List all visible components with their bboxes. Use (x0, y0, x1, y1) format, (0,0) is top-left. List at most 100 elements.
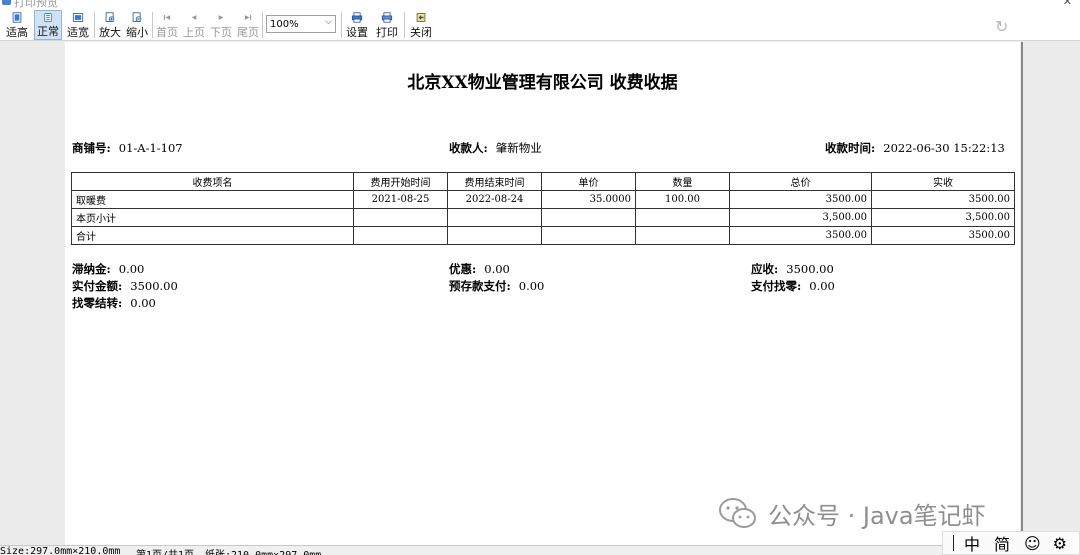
printer-icon (381, 12, 393, 23)
status-paper: 纸张:210.0mm×297.0mm (205, 546, 321, 555)
wechat-icon (719, 497, 756, 528)
prepaid-payment: 预存款支付: 0.00 (449, 278, 544, 294)
table-cell: 3,500.00 (871, 208, 1015, 227)
column-header: 实收 (871, 172, 1015, 191)
normal-size-button[interactable]: 正常 (34, 10, 62, 40)
zoom-in-button[interactable]: 放大 (97, 10, 123, 40)
watermark-text: 公众号 · Java笔记虾 (768, 502, 986, 530)
table-cell (635, 208, 730, 227)
ime-cursor (953, 535, 954, 551)
receivable-label: 应收: (751, 262, 779, 276)
receivable: 应收: 3500.00 (751, 261, 834, 277)
table-cell: 3500.00 (729, 226, 872, 245)
table-cell: 3500.00 (871, 190, 1015, 209)
table-cell (447, 208, 542, 227)
zoom-out-icon (132, 12, 142, 22)
print-label: 打印 (376, 26, 398, 39)
paid-label: 实付金额: (72, 279, 123, 293)
table-cell: 2022-08-24 (447, 190, 542, 209)
receipt-title: 北京XX物业管理有限公司 收费收据 (65, 68, 1020, 93)
status-page: 第1页/共1页 (136, 546, 194, 555)
payment-time: 收款时间: 2022-06-30 15:22:13 (825, 140, 1005, 156)
next-page-button[interactable]: 下页 (208, 10, 234, 40)
change-label: 支付找零: (751, 279, 802, 293)
app-icon (2, 0, 11, 5)
toolbar-separator (152, 12, 153, 38)
status-bar: Size:297.0mm×210.0mm 第1页/共1页 纸张:210.0mm×… (0, 545, 1080, 555)
window-close-icon[interactable]: ✕ (1063, 0, 1072, 8)
table-cell: 取暖费 (71, 190, 354, 209)
close-button[interactable]: 关闭 (407, 10, 435, 40)
table-row: 合计 3500.00 3500.00 (71, 226, 1015, 245)
table-cell (353, 226, 448, 245)
ime-language-toggle[interactable]: 中 (964, 531, 980, 555)
zoom-select[interactable]: 100% ⌵ (266, 15, 336, 33)
late-fee-label: 滞纳金: (72, 262, 111, 276)
prev-page-button[interactable]: 上页 (181, 10, 207, 40)
fit-height-icon (12, 12, 22, 23)
zoom-in-label: 放大 (99, 26, 121, 39)
payee-label: 收款人: (449, 141, 488, 155)
fit-height-label: 适高 (6, 26, 28, 39)
prepaid-value: 0.00 (518, 279, 545, 293)
column-header: 单价 (541, 172, 636, 191)
fit-height-button[interactable]: 适高 (3, 10, 31, 40)
printer-settings-icon (351, 12, 363, 23)
vertical-scrollbar[interactable] (1021, 42, 1023, 545)
shop-label: 商铺号: (72, 141, 111, 155)
title-suffix: 物业管理有限公司 收费收据 (467, 73, 678, 93)
toolbar-separator (341, 12, 342, 38)
printer-settings-button[interactable]: 设置 (344, 10, 370, 40)
zoom-in-icon (105, 12, 115, 22)
table-cell (541, 208, 636, 227)
gear-icon[interactable]: ⚙ (1053, 534, 1067, 553)
prev-page-icon (191, 15, 197, 20)
toolbar-separator (94, 12, 95, 38)
print-button[interactable]: 打印 (374, 10, 400, 40)
change-carryover: 找零结转: 0.00 (72, 295, 156, 311)
ime-mode-toggle[interactable]: 简 (994, 531, 1010, 555)
table-header-row: 收费项名 费用开始时间 费用结束时间 单价 数量 总价 实收 (71, 172, 1015, 191)
payee: 收款人: 肇新物业 (449, 140, 542, 156)
carry-value: 0.00 (130, 296, 156, 310)
late-fee-value: 0.00 (118, 262, 145, 276)
window-title: 打印预览 (14, 0, 58, 9)
table-cell (447, 226, 542, 245)
fit-width-button[interactable]: 适宽 (64, 10, 92, 40)
ime-toolbar: 中 简 ☺ ⚙ (942, 531, 1080, 555)
normal-size-label: 正常 (37, 25, 59, 38)
last-page-button[interactable]: 尾页 (235, 10, 261, 40)
receipt-page: 北京XX物业管理有限公司 收费收据 商铺号: 01-A-1-107 收款人: 肇新物… (65, 42, 1020, 545)
column-header: 数量 (635, 172, 730, 191)
time-value: 2022-06-30 15:22:13 (883, 141, 1005, 155)
status-size: Size:297.0mm×210.0mm (0, 546, 121, 555)
table-cell: 100.00 (635, 190, 730, 209)
redo-icon[interactable]: ↻ (995, 17, 1008, 36)
zoom-out-button[interactable]: 缩小 (124, 10, 150, 40)
shop-number: 商铺号: 01-A-1-107 (72, 140, 183, 156)
next-page-icon (218, 15, 224, 20)
preview-area[interactable]: 北京XX物业管理有限公司 收费收据 商铺号: 01-A-1-107 收款人: 肇新物… (0, 42, 1080, 545)
printer-settings-label: 设置 (346, 26, 368, 39)
zoom-value: 100% (270, 18, 299, 30)
prev-page-label: 上页 (183, 26, 205, 39)
table-cell: 35.0000 (541, 190, 636, 209)
table-cell: 2021-08-25 (353, 190, 448, 209)
normal-size-icon (44, 13, 52, 22)
change-value: 0.00 (809, 279, 835, 293)
prepaid-label: 预存款支付: (449, 279, 511, 293)
emoji-icon[interactable]: ☺ (1024, 534, 1041, 553)
watermark: 公众号 · Java笔记虾 (718, 496, 986, 531)
table-cell (353, 208, 448, 227)
column-header: 收费项名 (71, 172, 354, 191)
shop-value: 01-A-1-107 (118, 141, 183, 155)
first-page-button[interactable]: 首页 (154, 10, 180, 40)
fee-table: 收费项名 费用开始时间 费用结束时间 单价 数量 总价 实收 取暖费 2021-… (71, 172, 1015, 245)
toolbar-separator (262, 12, 263, 38)
table-cell (635, 226, 730, 245)
close-icon (416, 13, 426, 22)
discount: 优惠: 0.00 (449, 261, 510, 277)
payee-value: 肇新物业 (495, 141, 542, 155)
paid-amount: 实付金额: 3500.00 (72, 278, 178, 294)
title-prefix: 北京 (407, 73, 442, 93)
